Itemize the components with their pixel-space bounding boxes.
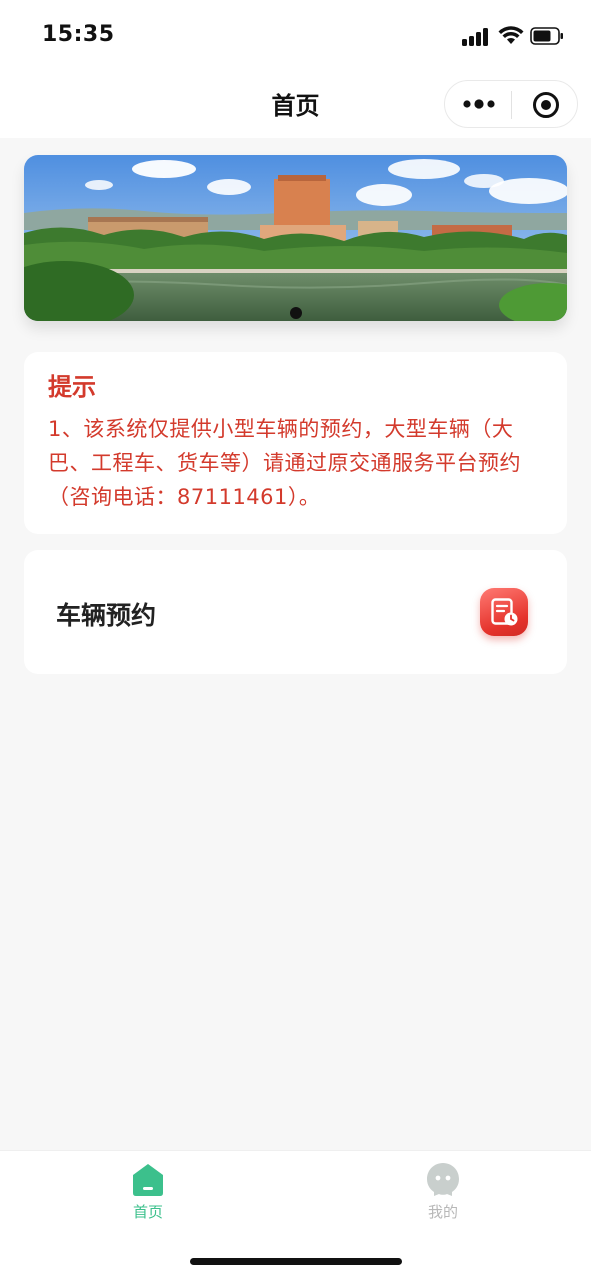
tab-home[interactable]: 首页: [88, 1161, 208, 1222]
tab-home-label: 首页: [132, 1203, 163, 1221]
vehicle-reservation-card[interactable]: 车辆预约: [24, 550, 567, 674]
close-miniprogram-icon[interactable]: [532, 91, 560, 119]
status-bar: 15:35: [0, 0, 591, 72]
capsule-divider: [511, 91, 512, 119]
campus-banner[interactable]: [24, 155, 567, 321]
carousel-indicator-dot[interactable]: [290, 307, 302, 319]
vehicle-reservation-label: 车辆预约: [56, 601, 157, 630]
signal-icon: [462, 28, 490, 46]
notice-title: 提示: [48, 373, 96, 401]
more-icon[interactable]: [461, 93, 497, 115]
home-icon: [133, 1164, 163, 1196]
campus-panorama-image: [24, 155, 567, 321]
tab-profile[interactable]: 我的: [383, 1161, 503, 1222]
miniprogram-capsule: [444, 80, 578, 128]
reservation-form-icon[interactable]: [480, 588, 528, 636]
wifi-icon: [498, 26, 524, 44]
notice-card: 提示 1、该系统仅提供小型车辆的预约，大型车辆（大巴、工程车、货车等）请通过原交…: [24, 352, 567, 534]
nav-bar: 首页: [0, 72, 591, 138]
home-indicator: [190, 1258, 402, 1265]
status-time: 15:35: [42, 22, 115, 47]
battery-icon: [530, 27, 563, 45]
notice-body: 1、该系统仅提供小型车辆的预约，大型车辆（大巴、工程车、货车等）请通过原交通服务…: [48, 417, 521, 509]
profile-icon: [427, 1163, 459, 1196]
tab-profile-label: 我的: [427, 1203, 458, 1221]
